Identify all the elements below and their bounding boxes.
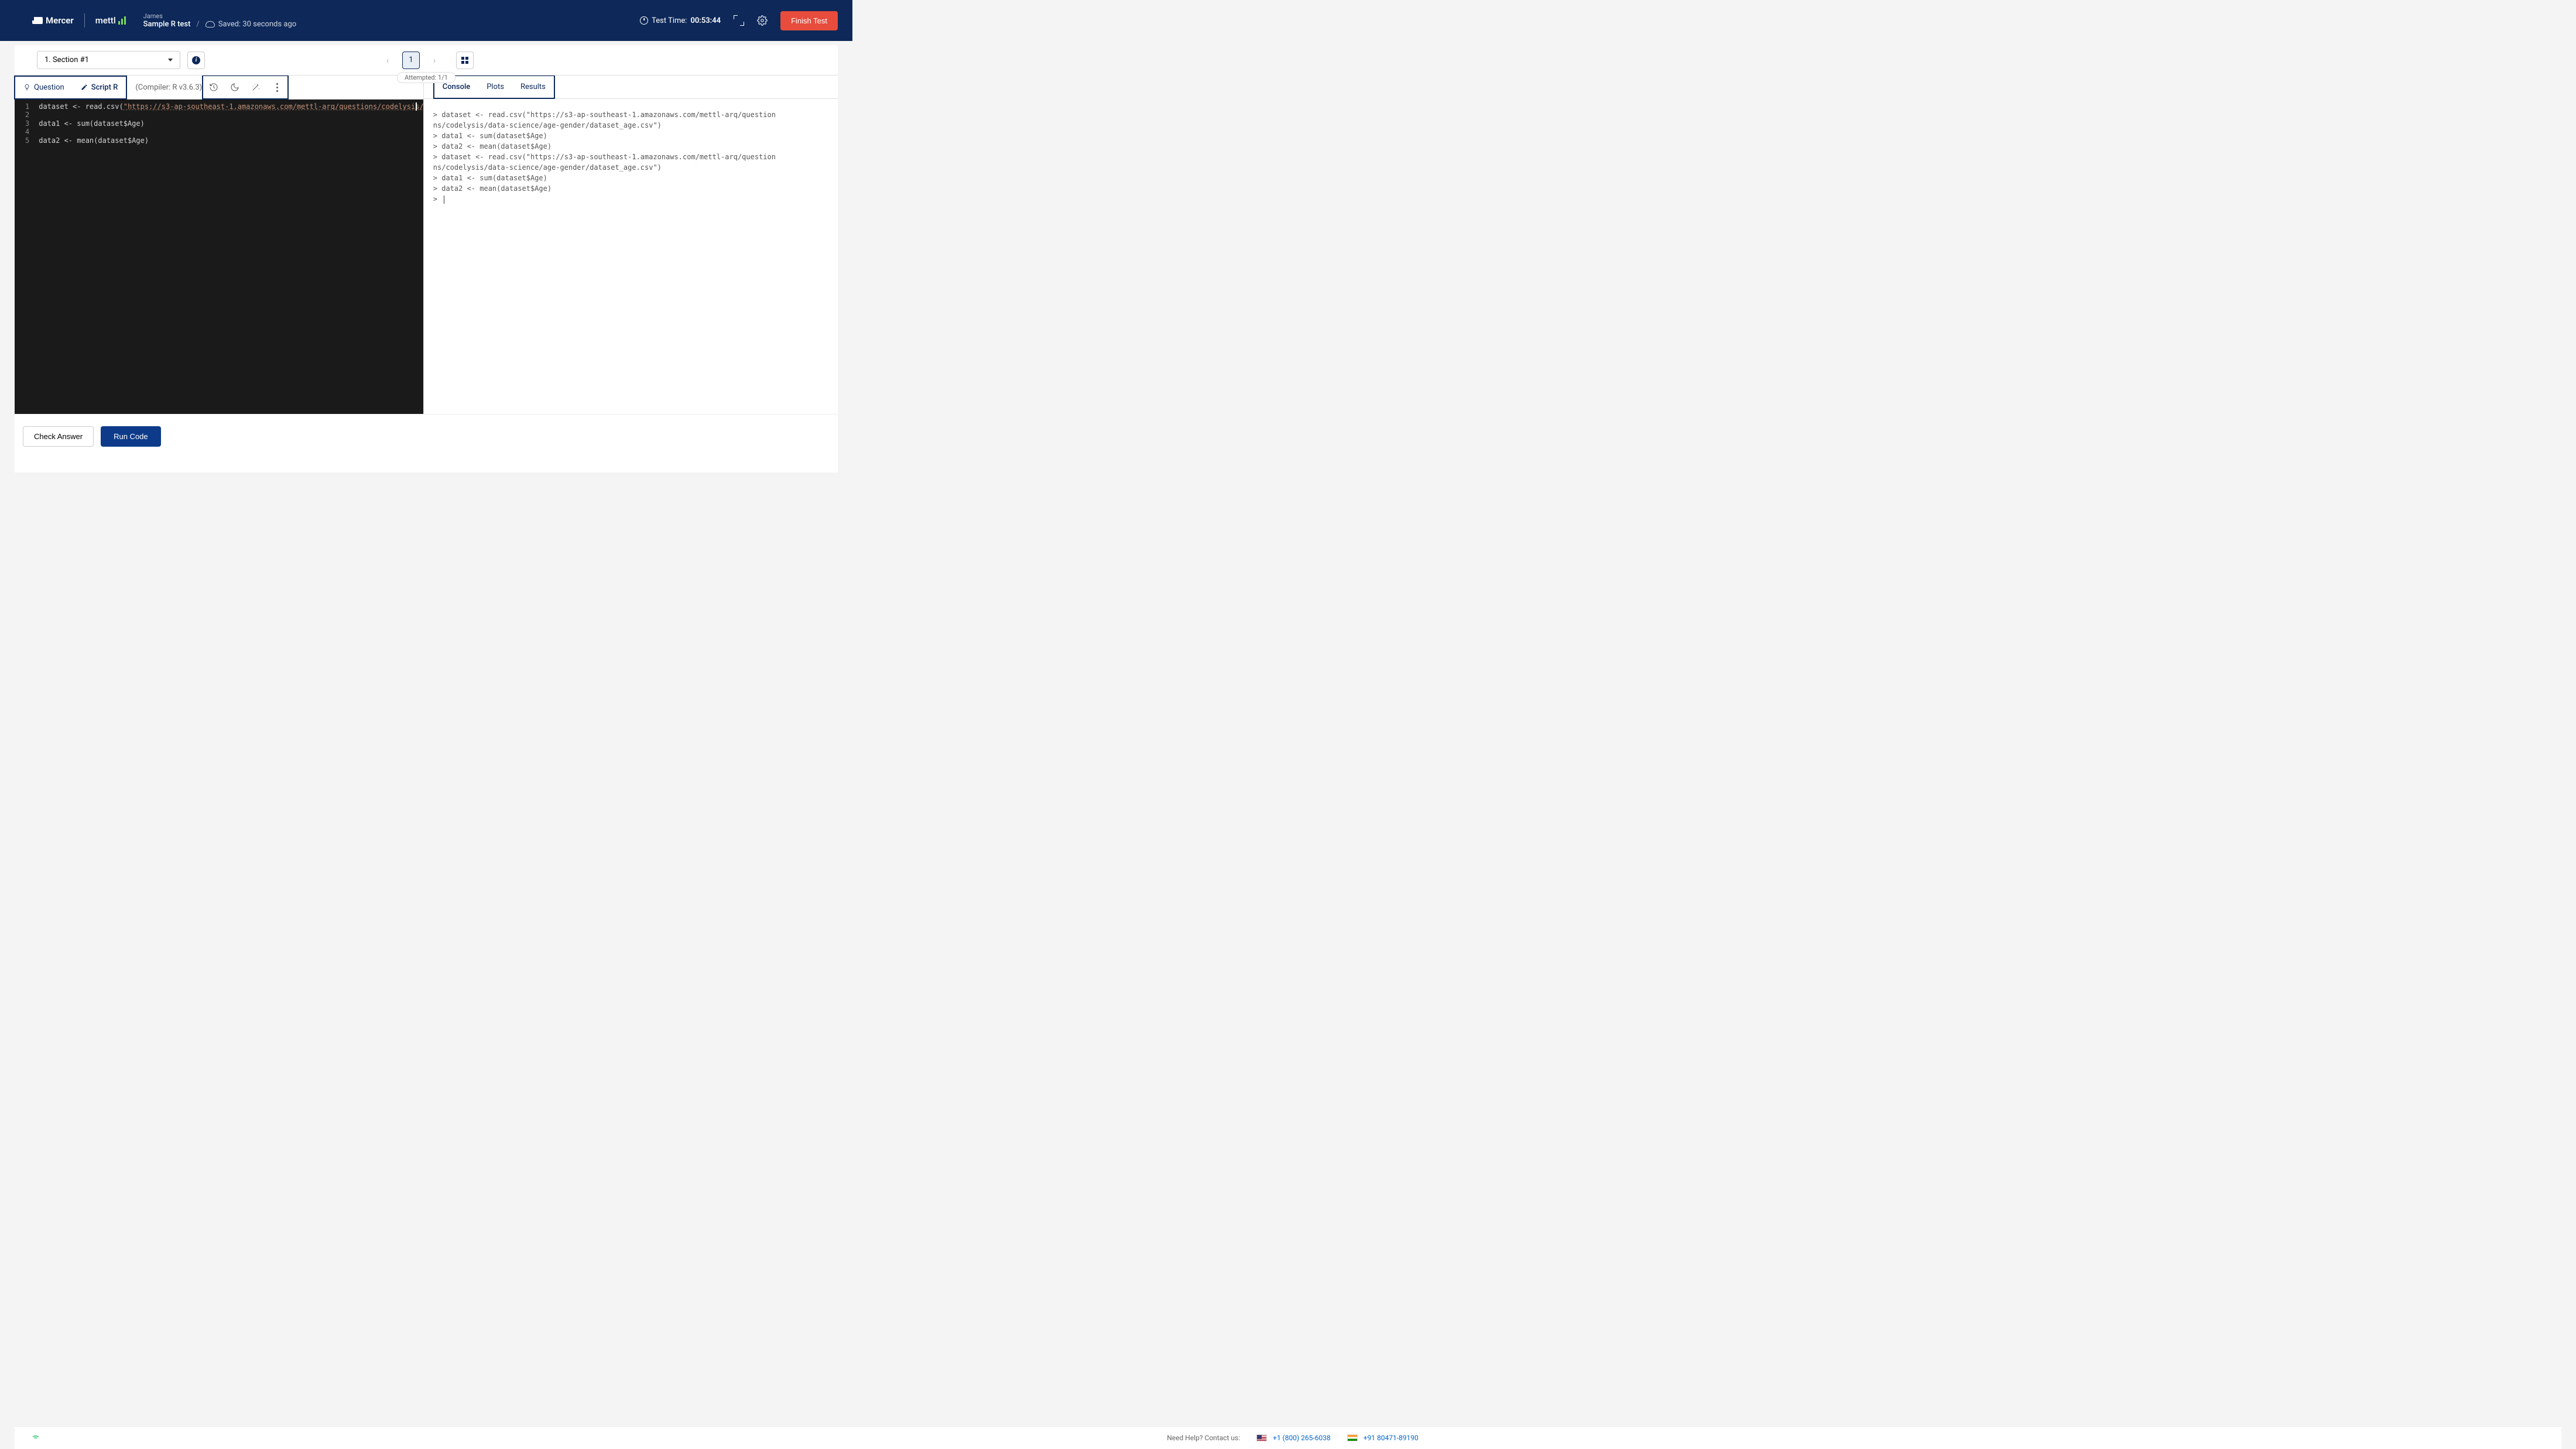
logo-block: Mercer mettl bbox=[32, 13, 126, 28]
editor-tabs: Question Script R bbox=[14, 76, 127, 100]
right-pane: Console Plots Results > dataset <- read.… bbox=[424, 76, 838, 414]
code-content: dataset <- read.csv("https://s3-ap-south… bbox=[34, 100, 423, 414]
bulb-icon bbox=[23, 84, 30, 91]
separator: / bbox=[196, 20, 199, 29]
header-right: Test Time: 00:53:44 Finish Test bbox=[640, 11, 838, 30]
code-editor[interactable]: 12345 dataset <- read.csv("https://s3-ap… bbox=[15, 100, 423, 414]
prev-question-button[interactable]: ‹ bbox=[379, 52, 396, 69]
action-bar: Check Answer Run Code bbox=[15, 414, 838, 454]
help-label: Need Help? Contact us: bbox=[1167, 1434, 1240, 1442]
info-button[interactable]: i bbox=[187, 52, 205, 69]
left-pane: Question Script R (Compiler: R v3.6.3) bbox=[15, 76, 424, 414]
wand-button[interactable] bbox=[245, 76, 266, 98]
history-button[interactable] bbox=[203, 76, 224, 98]
footer-contacts: Need Help? Contact us: +1 (800) 265-6038… bbox=[1167, 1434, 1419, 1442]
dots-vertical-icon bbox=[276, 83, 278, 92]
contact-in: +91 80471-89190 bbox=[1347, 1434, 1419, 1442]
line-gutter: 12345 bbox=[15, 100, 34, 414]
user-name: James bbox=[143, 12, 297, 20]
time-value: 00:53:44 bbox=[690, 16, 721, 25]
next-question-button[interactable]: › bbox=[426, 52, 443, 69]
test-title: Sample R test bbox=[143, 20, 191, 29]
main-area: Question Script R (Compiler: R v3.6.3) bbox=[15, 76, 838, 414]
spacer bbox=[15, 454, 838, 472]
editor-cursor bbox=[416, 102, 417, 111]
question-pager: ‹ 1 › bbox=[379, 52, 474, 69]
compiler-label: (Compiler: R v3.6.3) bbox=[135, 83, 202, 92]
run-code-button[interactable]: Run Code bbox=[101, 426, 161, 447]
tab-plots[interactable]: Plots bbox=[478, 76, 512, 98]
more-button[interactable] bbox=[266, 76, 287, 98]
finish-test-button[interactable]: Finish Test bbox=[780, 11, 838, 30]
tab-results[interactable]: Results bbox=[512, 76, 554, 98]
mercer-logo: Mercer bbox=[32, 15, 74, 26]
tab-question[interactable]: Question bbox=[15, 77, 73, 98]
test-info: James Sample R test / Saved: 30 seconds … bbox=[143, 12, 297, 29]
flag-us-icon bbox=[1256, 1434, 1267, 1441]
footer: Need Help? Contact us: +1 (800) 265-6038… bbox=[15, 1426, 2561, 1449]
mettl-bars-icon bbox=[118, 16, 126, 25]
header: Mercer mettl James Sample R test / Saved… bbox=[0, 0, 852, 41]
toolbar: 1. Section #1 i ‹ 1 › Attempted: 1/1 bbox=[15, 45, 838, 76]
mettl-logo: mettl bbox=[95, 15, 126, 26]
tab-script[interactable]: Script R bbox=[73, 77, 126, 98]
saved-status: Saved: 30 seconds ago bbox=[205, 20, 296, 29]
output-tabs-row: Console Plots Results bbox=[424, 76, 838, 99]
saved-label: Saved: 30 seconds ago bbox=[218, 20, 296, 29]
check-answer-button[interactable]: Check Answer bbox=[23, 426, 94, 447]
question-number[interactable]: 1 bbox=[402, 52, 420, 69]
output-tabs: Console Plots Results bbox=[433, 75, 555, 99]
mercer-icon bbox=[32, 17, 43, 24]
history-icon bbox=[209, 83, 218, 92]
wand-icon bbox=[251, 83, 261, 92]
grid-icon bbox=[461, 57, 468, 64]
question-grid-button[interactable] bbox=[456, 52, 474, 69]
clock-icon bbox=[640, 16, 648, 25]
phone-us[interactable]: +1 (800) 265-6038 bbox=[1273, 1434, 1331, 1442]
info-icon: i bbox=[192, 56, 200, 64]
wifi-icon bbox=[31, 1432, 40, 1444]
exit-fullscreen-icon[interactable] bbox=[734, 15, 744, 26]
test-title-row: Sample R test / Saved: 30 seconds ago bbox=[143, 20, 297, 29]
contact-us: +1 (800) 265-6038 bbox=[1256, 1434, 1331, 1442]
cloud-icon bbox=[205, 21, 215, 28]
flag-in-icon bbox=[1347, 1434, 1358, 1441]
test-time: Test Time: 00:53:44 bbox=[640, 16, 721, 25]
moon-icon bbox=[230, 83, 239, 92]
console-output[interactable]: > dataset <- read.csv("https://s3-ap-sou… bbox=[424, 99, 838, 215]
section-label: 1. Section #1 bbox=[44, 56, 89, 64]
tab-question-label: Question bbox=[34, 83, 64, 92]
caret-down-icon bbox=[168, 59, 173, 61]
editor-tabs-row: Question Script R (Compiler: R v3.6.3) bbox=[15, 76, 423, 100]
editor-tools bbox=[202, 75, 289, 100]
section-dropdown[interactable]: 1. Section #1 bbox=[37, 51, 180, 69]
logo-divider bbox=[84, 13, 85, 28]
mercer-text: Mercer bbox=[46, 15, 74, 26]
time-label: Test Time: bbox=[652, 16, 687, 25]
tab-console[interactable]: Console bbox=[434, 76, 478, 98]
theme-button[interactable] bbox=[224, 76, 245, 98]
phone-in[interactable]: +91 80471-89190 bbox=[1364, 1434, 1419, 1442]
edit-icon bbox=[81, 84, 88, 91]
mettl-text: mettl bbox=[95, 15, 116, 26]
settings-icon[interactable] bbox=[757, 15, 768, 26]
tab-script-label: Script R bbox=[91, 83, 118, 92]
